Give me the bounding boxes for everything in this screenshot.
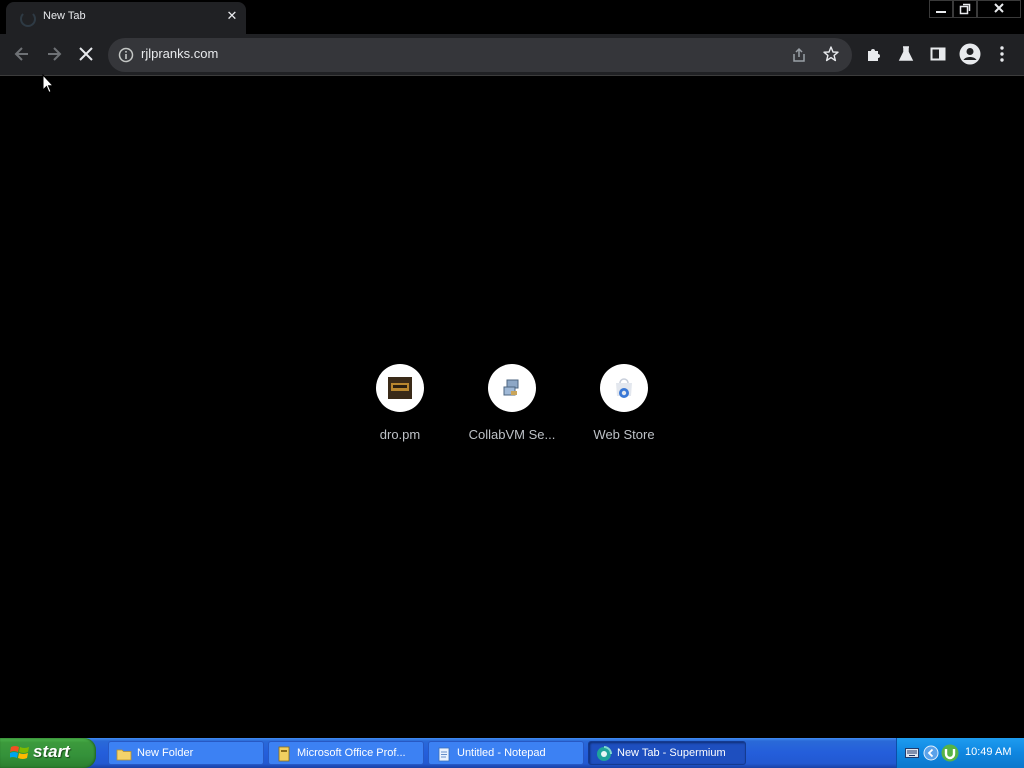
- share-icon[interactable]: [790, 46, 808, 68]
- stop-loading-button[interactable]: [72, 40, 100, 68]
- taskbar-item-label: Untitled - Notepad: [457, 747, 546, 759]
- shortcut-favicon: [488, 364, 536, 412]
- taskbar-item-notepad[interactable]: Untitled - Notepad: [428, 741, 584, 765]
- menu-button[interactable]: [988, 40, 1016, 68]
- taskbar-item-supermium[interactable]: New Tab - Supermium: [588, 741, 746, 765]
- flask-icon: [898, 46, 914, 61]
- start-button[interactable]: start: [0, 738, 96, 768]
- shortcut-label: CollabVM Se...: [468, 427, 556, 442]
- shortcut-favicon: [376, 364, 424, 412]
- puzzle-icon: [868, 49, 880, 61]
- clock: 10:49 AM: [965, 746, 1012, 758]
- back-button[interactable]: [8, 40, 36, 68]
- tab-close-icon[interactable]: ✕: [223, 8, 241, 26]
- browser-toolbar: rjlpranks.com: [0, 34, 1024, 76]
- labs-button[interactable]: [892, 40, 920, 68]
- taskbar-item-new-folder[interactable]: New Folder: [108, 741, 264, 765]
- windows-flag-icon: [10, 746, 29, 759]
- restore-button[interactable]: [953, 0, 977, 18]
- arrow-right-icon: [48, 47, 62, 61]
- taskbar-item-office[interactable]: Microsoft Office Prof...: [268, 741, 424, 765]
- shortcut-tile-dro-pm[interactable]: dro.pm: [344, 364, 456, 454]
- url-text[interactable]: rjlpranks.com: [141, 46, 218, 61]
- side-panel-button[interactable]: [924, 40, 952, 68]
- mouse-cursor-icon: [42, 74, 54, 94]
- arrow-left-icon: [14, 47, 28, 61]
- notepad-icon: [438, 747, 450, 762]
- folder-icon: [116, 749, 132, 761]
- shortcut-label: dro.pm: [379, 427, 421, 442]
- tab-strip: New Tab ✕: [0, 0, 1024, 34]
- taskbar-item-label: New Tab - Supermium: [617, 747, 726, 759]
- site-info-icon[interactable]: [118, 47, 134, 67]
- forward-button[interactable]: [40, 40, 68, 68]
- taskbar: start New Folder Microsoft Office Prof..…: [0, 738, 1024, 768]
- shortcut-tile-web-store[interactable]: Web Store: [568, 364, 680, 454]
- address-bar[interactable]: rjlpranks.com: [108, 38, 852, 72]
- web-store-icon: [616, 378, 632, 398]
- minimize-button[interactable]: [929, 0, 953, 18]
- extensions-button[interactable]: [860, 40, 888, 68]
- tab-new-tab[interactable]: New Tab ✕: [6, 2, 246, 34]
- system-tray: 10:49 AM: [896, 738, 1024, 768]
- dro-pm-favicon-icon: [388, 377, 412, 399]
- kebab-menu-icon: [1000, 46, 1004, 62]
- new-tab-page: dro.pm CollabVM Se... Web Store: [0, 77, 1024, 738]
- shortcut-label: Web Store: [593, 427, 655, 442]
- tab-title: New Tab: [43, 10, 86, 22]
- taskbar-item-label: New Folder: [137, 747, 194, 759]
- window-close-button[interactable]: [977, 0, 1021, 18]
- avatar-icon: [959, 43, 981, 65]
- shortcut-favicon: [600, 364, 648, 412]
- desktop-screen: New Tab ✕ rjlpranks.com dro.pm CollabVM …: [0, 0, 1024, 768]
- side-panel-icon: [930, 47, 946, 61]
- profile-button[interactable]: [956, 40, 984, 68]
- bookmark-star-icon[interactable]: [822, 45, 840, 67]
- loading-spinner-icon: [20, 11, 36, 27]
- supermium-browser-icon: [597, 746, 612, 761]
- office-setup-icon: [278, 746, 290, 762]
- collabvm-favicon-icon: [503, 379, 519, 396]
- tray-arrow-icon[interactable]: [923, 745, 939, 761]
- keyboard-icon[interactable]: [905, 747, 919, 759]
- stop-icon: [79, 47, 93, 61]
- taskbar-item-label: Microsoft Office Prof...: [297, 747, 406, 759]
- shortcut-tile-collabvm[interactable]: CollabVM Se...: [456, 364, 568, 454]
- utorrent-icon[interactable]: [941, 744, 959, 762]
- start-label: start: [33, 742, 70, 761]
